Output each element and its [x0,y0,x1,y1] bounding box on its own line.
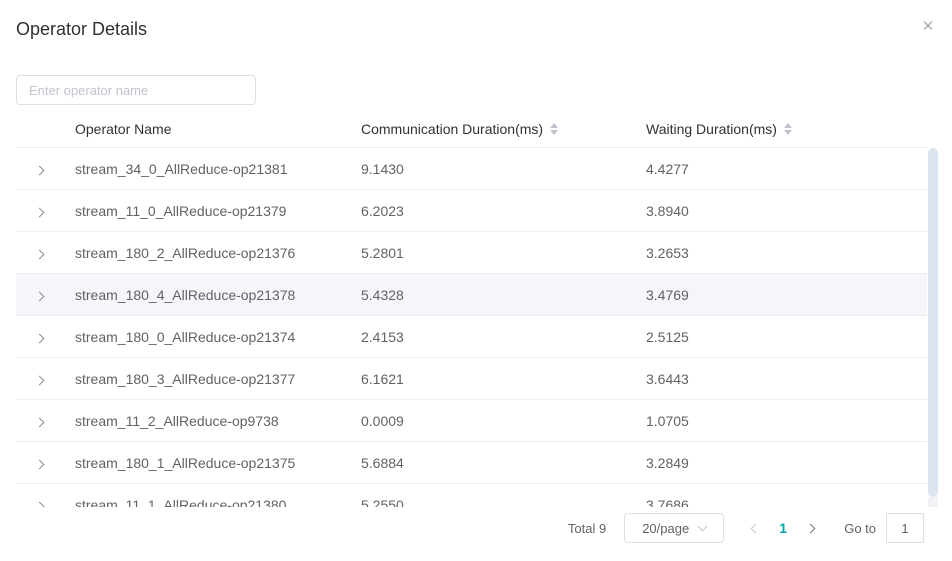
table-header-row: Operator Name Communication Duration(ms)… [16,111,927,148]
communication-duration-cell: 0.0009 [361,413,646,429]
operator-details-dialog: Operator Details ✕ Operator Name Communi… [0,0,952,561]
total-count-label: Total 9 [568,521,606,536]
column-header-label: Waiting Duration(ms) [646,121,777,137]
communication-duration-cell: 6.1621 [361,371,646,387]
waiting-duration-cell: 3.2653 [646,245,927,261]
expand-row-icon[interactable] [35,165,45,175]
communication-duration-cell: 5.2550 [361,497,646,508]
column-header-label: Communication Duration(ms) [361,121,543,137]
next-page-button[interactable] [802,518,822,538]
communication-duration-cell: 5.4328 [361,287,646,303]
operator-name-cell: stream_11_1_AllReduce-op21380 [75,497,361,508]
expand-row-icon[interactable] [35,375,45,385]
sort-icon[interactable] [550,123,558,135]
waiting-duration-cell: 4.4277 [646,161,927,177]
scrollbar-track [928,497,938,507]
table-row[interactable]: stream_34_0_AllReduce-op21381 9.1430 4.4… [16,148,927,190]
prev-page-button[interactable] [744,518,764,538]
page-number-current[interactable]: 1 [774,520,792,536]
expand-row-icon[interactable] [35,333,45,343]
search-input[interactable] [16,75,256,105]
column-header-waiting-duration: Waiting Duration(ms) [646,121,927,137]
page-size-select[interactable]: 20/page [624,513,724,543]
sort-desc-icon[interactable] [550,130,558,135]
communication-duration-cell: 5.2801 [361,245,646,261]
chevron-right-icon [806,523,816,533]
waiting-duration-cell: 3.8940 [646,203,927,219]
pagination-bar: Total 9 20/page 1 Go to [568,512,924,544]
table-row[interactable]: stream_180_2_AllReduce-op21376 5.2801 3.… [16,232,927,274]
sort-asc-icon[interactable] [784,123,792,128]
operator-name-cell: stream_180_0_AllReduce-op21374 [75,329,361,345]
table-row[interactable]: stream_180_1_AllReduce-op21375 5.6884 3.… [16,442,927,484]
scrollbar-thumb[interactable] [928,148,938,497]
table-row[interactable]: stream_11_1_AllReduce-op21380 5.2550 3.7… [16,484,927,507]
waiting-duration-cell: 3.2849 [646,455,927,471]
expand-row-icon[interactable] [35,291,45,301]
pager: 1 [744,518,822,538]
table-row[interactable]: stream_180_3_AllReduce-op21377 6.1621 3.… [16,358,927,400]
communication-duration-cell: 5.6884 [361,455,646,471]
goto-label: Go to [844,521,876,536]
communication-duration-cell: 9.1430 [361,161,646,177]
page-title: Operator Details [16,19,147,40]
close-icon[interactable]: ✕ [918,16,938,36]
table-row[interactable]: stream_11_2_AllReduce-op9738 0.0009 1.07… [16,400,927,442]
operator-name-cell: stream_180_4_AllReduce-op21378 [75,287,361,303]
communication-duration-cell: 2.4153 [361,329,646,345]
sort-icon[interactable] [784,123,792,135]
operator-name-cell: stream_180_1_AllReduce-op21375 [75,455,361,471]
waiting-duration-cell: 1.0705 [646,413,927,429]
operator-name-cell: stream_180_3_AllReduce-op21377 [75,371,361,387]
operator-name-cell: stream_180_2_AllReduce-op21376 [75,245,361,261]
waiting-duration-cell: 3.4769 [646,287,927,303]
expand-row-icon[interactable] [35,249,45,259]
expand-row-icon[interactable] [35,501,45,507]
communication-duration-cell: 6.2023 [361,203,646,219]
column-header-operator-name: Operator Name [75,121,361,137]
chevron-left-icon [751,523,761,533]
waiting-duration-cell: 3.7686 [646,497,927,508]
waiting-duration-cell: 2.5125 [646,329,927,345]
operator-table: Operator Name Communication Duration(ms)… [16,111,938,507]
column-header-label: Operator Name [75,121,171,137]
table-row[interactable]: stream_11_0_AllReduce-op21379 6.2023 3.8… [16,190,927,232]
sort-desc-icon[interactable] [784,130,792,135]
operator-name-cell: stream_11_2_AllReduce-op9738 [75,413,361,429]
table-body: stream_34_0_AllReduce-op21381 9.1430 4.4… [16,148,927,507]
waiting-duration-cell: 3.6443 [646,371,927,387]
expand-row-icon[interactable] [35,417,45,427]
expand-row-icon[interactable] [35,459,45,469]
operator-name-cell: stream_34_0_AllReduce-op21381 [75,161,361,177]
goto-page-input[interactable] [886,513,924,543]
vertical-scrollbar[interactable] [928,148,938,507]
operator-name-cell: stream_11_0_AllReduce-op21379 [75,203,361,219]
table-row[interactable]: stream_180_4_AllReduce-op21378 5.4328 3.… [16,274,927,316]
page-size-value: 20/page [642,521,689,536]
expand-row-icon[interactable] [35,207,45,217]
chevron-down-icon [698,522,708,532]
column-header-communication-duration: Communication Duration(ms) [361,121,646,137]
sort-asc-icon[interactable] [550,123,558,128]
table-row[interactable]: stream_180_0_AllReduce-op21374 2.4153 2.… [16,316,927,358]
